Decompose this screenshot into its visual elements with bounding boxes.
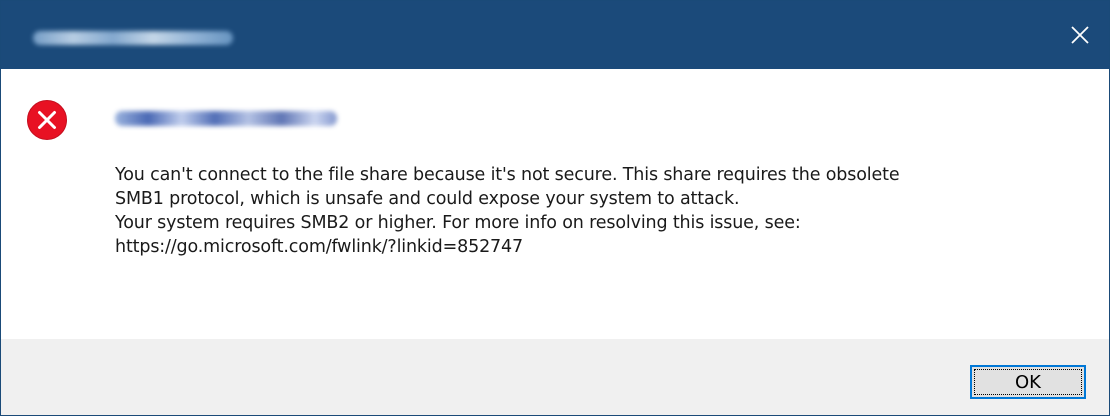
error-dialog: You can't connect to the file share beca… xyxy=(0,0,1110,416)
message-line: You can't connect to the file share beca… xyxy=(115,165,900,185)
message-line: Your system requires SMB2 or higher. For… xyxy=(115,213,801,233)
dialog-content: You can't connect to the file share beca… xyxy=(1,69,1109,339)
help-link-text: https://go.microsoft.com/fwlink/?linkid=… xyxy=(115,237,524,257)
title-bar[interactable] xyxy=(1,1,1109,69)
close-icon xyxy=(1071,26,1089,44)
button-bar: OK xyxy=(1,339,1109,415)
close-button[interactable] xyxy=(1051,1,1109,69)
dialog-heading-redacted xyxy=(115,111,337,126)
window-title-redacted xyxy=(33,31,233,45)
ok-button[interactable]: OK xyxy=(970,365,1086,399)
error-message: You can't connect to the file share beca… xyxy=(115,163,1095,259)
ok-button-label: OK xyxy=(974,369,1082,395)
error-icon xyxy=(27,100,67,140)
message-line: SMB1 protocol, which is unsafe and could… xyxy=(115,189,740,209)
